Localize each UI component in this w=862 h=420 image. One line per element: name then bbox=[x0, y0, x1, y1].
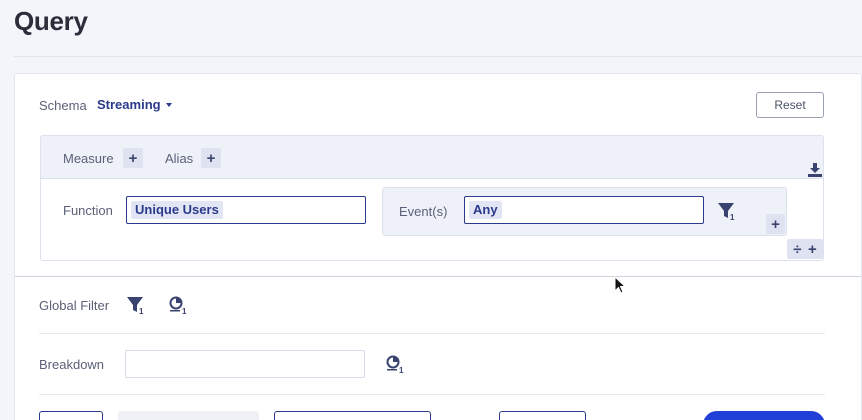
add-formula-button[interactable]: + bbox=[808, 242, 817, 257]
add-event-button[interactable]: + bbox=[766, 214, 785, 234]
reset-button[interactable]: Reset bbox=[756, 92, 824, 118]
section-divider bbox=[15, 276, 861, 277]
page-title: Query bbox=[14, 6, 88, 36]
breakdown-segment-count: 1 bbox=[399, 366, 404, 375]
events-label: Event(s) bbox=[399, 204, 448, 219]
run-query-button[interactable] bbox=[703, 411, 825, 420]
title-divider bbox=[14, 56, 862, 57]
breakdown-field[interactable] bbox=[125, 350, 365, 378]
measure-panel: Measure + Alias + Function Unique Users … bbox=[40, 135, 824, 261]
bottom-button-1[interactable] bbox=[39, 411, 103, 420]
bottom-toggle[interactable] bbox=[118, 411, 259, 420]
function-label: Function bbox=[63, 203, 113, 218]
mouse-cursor-icon bbox=[614, 275, 627, 299]
alias-label: Alias bbox=[165, 151, 194, 166]
events-box: Event(s) Any 1 bbox=[382, 187, 787, 236]
events-field[interactable]: Any bbox=[464, 196, 704, 224]
chevron-down-icon bbox=[166, 103, 172, 107]
add-measure-button[interactable]: + bbox=[123, 148, 143, 168]
schema-label: Schema bbox=[39, 98, 87, 113]
bottom-select[interactable] bbox=[274, 411, 431, 420]
formula-controls: ÷ + bbox=[787, 239, 823, 259]
bottom-button-2[interactable] bbox=[499, 411, 586, 420]
events-chip[interactable]: Any bbox=[469, 201, 502, 219]
row-divider bbox=[39, 333, 825, 334]
measure-header: Measure + Alias + bbox=[41, 136, 823, 179]
row-divider bbox=[39, 394, 825, 395]
divide-button[interactable]: ÷ bbox=[793, 242, 801, 257]
breakdown-label: Breakdown bbox=[39, 357, 105, 372]
measure-label: Measure bbox=[63, 151, 114, 166]
function-field[interactable]: Unique Users bbox=[126, 196, 366, 224]
add-alias-button[interactable]: + bbox=[201, 148, 221, 168]
query-card: Schema Streaming Reset Measure + Alias +… bbox=[14, 73, 862, 420]
function-chip[interactable]: Unique Users bbox=[131, 201, 223, 219]
global-filter-label: Global Filter bbox=[39, 298, 110, 313]
schema-value[interactable]: Streaming bbox=[97, 97, 161, 112]
download-icon[interactable] bbox=[807, 162, 823, 183]
global-filter-count: 1 bbox=[139, 307, 144, 316]
event-filter-count: 1 bbox=[730, 213, 735, 222]
global-segment-count: 1 bbox=[182, 307, 187, 316]
